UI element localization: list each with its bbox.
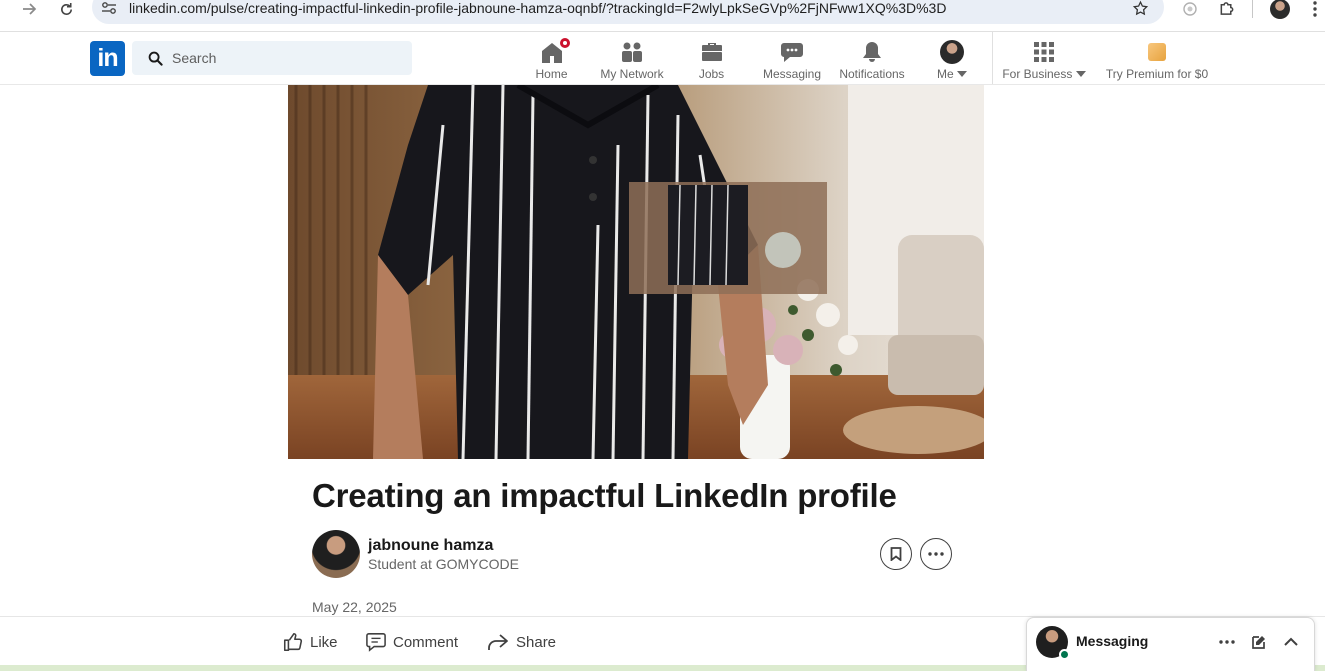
- caret-down-icon: [1075, 71, 1086, 78]
- me-avatar: [940, 40, 964, 64]
- nav-notifications[interactable]: Notifications: [836, 32, 908, 84]
- caret-down-icon: [957, 71, 967, 78]
- nav-messaging[interactable]: Messaging: [762, 32, 822, 84]
- comment-label: Comment: [393, 633, 459, 651]
- nav-notifications-label: Notifications: [839, 67, 905, 81]
- author-headline: Student at GOMYCODE: [368, 556, 519, 572]
- linkedin-logo[interactable]: in: [90, 41, 125, 76]
- grid-icon: [1033, 40, 1055, 64]
- compose-icon[interactable]: [1249, 632, 1269, 652]
- messaging-overlay[interactable]: Messaging: [1026, 617, 1315, 671]
- bookmark-icon: [890, 547, 902, 561]
- bookmark-star-icon[interactable]: [1130, 0, 1150, 17]
- share-arrow-icon: [488, 634, 508, 650]
- global-nav: in Home My Network J: [0, 32, 1325, 85]
- browser-toolbar: linkedin.com/pulse/creating-impactful-li…: [0, 0, 1325, 32]
- chevron-up-icon[interactable]: [1281, 632, 1301, 652]
- premium-icon: [1148, 43, 1166, 61]
- nav-home-label: Home: [535, 67, 568, 81]
- briefcase-icon: [700, 40, 724, 64]
- puzzle-icon[interactable]: [1216, 0, 1238, 17]
- search-input[interactable]: [172, 41, 402, 75]
- nav-jobs-label: Jobs: [698, 67, 725, 81]
- nav-me-label: Me: [936, 67, 954, 81]
- toolbar-separator: [1252, 0, 1253, 18]
- network-icon: [620, 40, 644, 64]
- author-avatar[interactable]: [312, 530, 360, 578]
- ellipsis-icon: [928, 552, 944, 556]
- nav-jobs[interactable]: Jobs: [694, 32, 729, 84]
- publish-date: May 22, 2025: [312, 599, 397, 615]
- extension-icon[interactable]: [1180, 0, 1200, 17]
- home-icon: [540, 36, 572, 64]
- url-text[interactable]: linkedin.com/pulse/creating-impactful-li…: [129, 0, 946, 17]
- author-name[interactable]: jabnoune hamza: [368, 536, 493, 556]
- online-status-dot: [1059, 649, 1070, 660]
- nav-for-business-label: For Business: [1002, 67, 1073, 81]
- article-cover-image: [288, 85, 984, 459]
- nav-messaging-label: Messaging: [762, 67, 822, 81]
- more-options-button[interactable]: [920, 538, 952, 570]
- save-article-button[interactable]: [880, 538, 912, 570]
- notification-badge: [557, 36, 572, 50]
- nav-my-network-label: My Network: [600, 67, 664, 81]
- nav-try-premium-label: Try Premium for $0: [1105, 67, 1209, 81]
- like-label: Like: [310, 633, 338, 651]
- thumbs-up-icon: [283, 632, 303, 652]
- comment-icon: [366, 633, 386, 652]
- nav-my-network[interactable]: My Network: [596, 32, 668, 84]
- chat-icon: [780, 40, 804, 64]
- forward-arrow-icon[interactable]: [19, 0, 41, 18]
- browser-profile-avatar[interactable]: [1270, 0, 1290, 19]
- share-button[interactable]: Share: [486, 629, 556, 655]
- ellipsis-icon[interactable]: [1217, 632, 1237, 652]
- nav-home[interactable]: Home: [528, 32, 575, 84]
- reload-icon[interactable]: [55, 0, 77, 18]
- comment-button[interactable]: Comment: [365, 629, 458, 655]
- site-settings-icon[interactable]: [101, 1, 117, 15]
- search-box[interactable]: [132, 41, 412, 75]
- article-title: Creating an impactful LinkedIn profile: [312, 477, 897, 514]
- messaging-label[interactable]: Messaging: [1076, 633, 1148, 650]
- bell-icon: [860, 40, 884, 64]
- search-icon: [148, 51, 163, 71]
- kebab-menu-icon[interactable]: [1306, 0, 1324, 17]
- header-divider: [992, 32, 993, 84]
- nav-try-premium[interactable]: Try Premium for $0: [1104, 32, 1210, 84]
- nav-for-business[interactable]: For Business: [1002, 32, 1086, 84]
- like-button[interactable]: Like: [282, 629, 338, 655]
- share-label: Share: [516, 633, 557, 651]
- nav-me[interactable]: Me: [932, 32, 972, 84]
